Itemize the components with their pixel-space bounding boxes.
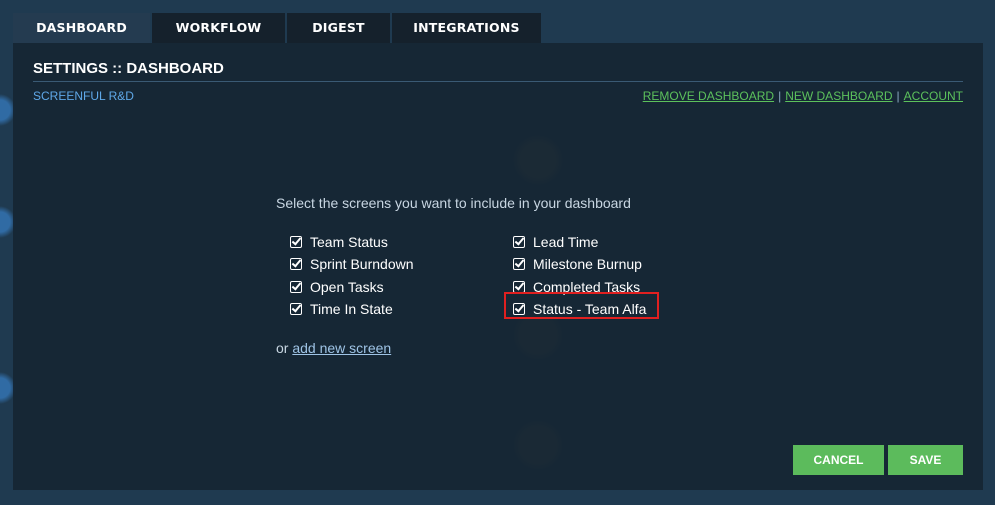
screen-item-status-team-alfa[interactable]: Status - Team Alfa [513,298,646,320]
account-link[interactable]: ACCOUNT [904,89,963,103]
screens-list-right: Lead Time Milestone Burnup Completed Tas… [513,231,646,320]
add-new-screen-link[interactable]: add new screen [292,340,391,356]
checkbox-checked-icon[interactable] [290,280,302,293]
selection-prompt: Select the screens you want to include i… [276,195,631,211]
screen-label: Status - Team Alfa [533,301,647,318]
screen-item-team-status[interactable]: Team Status [290,231,414,253]
screen-label: Open Tasks [310,278,384,295]
checkbox-checked-icon[interactable] [290,236,302,249]
checkbox-checked-icon[interactable] [290,303,302,316]
add-screen-prefix: or [276,340,289,356]
screen-item-time-in-state[interactable]: Time In State [290,298,414,320]
tab-workflow[interactable]: WORKFLOW [152,13,285,43]
link-separator: | [896,89,900,103]
checkbox-checked-icon[interactable] [513,258,525,271]
dashboard-links: REMOVE DASHBOARD | NEW DASHBOARD | ACCOUNT [643,89,963,103]
screen-label: Completed Tasks [533,278,641,295]
top-tabs: DASHBOARD WORKFLOW DIGEST INTEGRATIONS [13,13,541,43]
organization-name: SCREENFUL R&D [33,89,134,103]
settings-panel: SETTINGS :: DASHBOARD SCREENFUL R&D REMO… [13,43,983,490]
screen-label: Lead Time [533,234,599,251]
screen-label: Team Status [310,234,388,251]
screen-item-sprint-burndown[interactable]: Sprint Burndown [290,253,414,275]
save-button[interactable]: SAVE [888,445,963,475]
checkbox-checked-icon[interactable] [290,258,302,271]
checkbox-checked-icon[interactable] [513,303,525,316]
tab-dashboard[interactable]: DASHBOARD [13,13,150,43]
new-dashboard-link[interactable]: NEW DASHBOARD [785,89,892,103]
tab-integrations[interactable]: INTEGRATIONS [392,13,541,43]
screen-item-open-tasks[interactable]: Open Tasks [290,276,414,298]
checkbox-checked-icon[interactable] [513,236,525,249]
screen-item-completed-tasks[interactable]: Completed Tasks [513,276,646,298]
link-separator: | [778,89,782,103]
title-divider [33,81,963,82]
screen-label: Sprint Burndown [310,256,414,273]
add-screen-row: or add new screen [276,340,391,356]
screen-label: Time In State [310,301,393,318]
checkbox-checked-icon[interactable] [513,280,525,293]
screen-label: Milestone Burnup [533,256,642,273]
screen-item-lead-time[interactable]: Lead Time [513,231,646,253]
tab-digest[interactable]: DIGEST [287,13,390,43]
screen-item-milestone-burnup[interactable]: Milestone Burnup [513,253,646,275]
screens-list-left: Team Status Sprint Burndown Open Tasks T… [290,231,414,320]
page-title: SETTINGS :: DASHBOARD [33,60,224,77]
remove-dashboard-link[interactable]: REMOVE DASHBOARD [643,89,774,103]
cancel-button[interactable]: CANCEL [793,445,884,475]
